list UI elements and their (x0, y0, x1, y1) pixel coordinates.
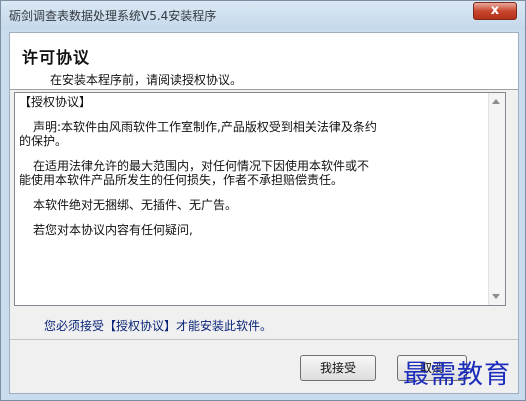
page-subtitle: 在安装本程序前，请阅读授权协议。 (50, 73, 243, 87)
license-text-area[interactable]: 【授权协议】 声明:本软件由风雨软件工作室制作,产品版权受到相关法律及条约 的保… (14, 92, 506, 306)
license-content: 【授权协议】 声明:本软件由风雨软件工作室制作,产品版权受到相关法律及条约 的保… (19, 95, 487, 237)
watermark-logo: 最需教育 (403, 360, 512, 390)
scroll-down-icon[interactable] (492, 294, 500, 299)
accept-button[interactable]: 我接受 (300, 355, 376, 381)
dialog-body: 许可协议 在安装本程序前，请阅读授权协议。 【授权协议】 声明:本软件由风雨软件… (9, 32, 519, 394)
scroll-up-icon[interactable] (492, 99, 500, 104)
divider (10, 339, 518, 340)
title-bar[interactable]: 砺剑调查表数据处理系统V5.4安装程序 x (1, 1, 525, 29)
close-button[interactable]: x (473, 2, 517, 20)
license-heading: 【授权协议】 (19, 95, 92, 109)
window-title: 砺剑调查表数据处理系统V5.4安装程序 (9, 9, 217, 23)
license-para1-line2: 的保护。 (19, 134, 68, 148)
page-header: 许可协议 在安装本程序前，请阅读授权协议。 (10, 33, 518, 90)
page-title: 许可协议 (22, 48, 91, 67)
license-para1-line1: 声明:本软件由风雨软件工作室制作,产品版权受到相关法律及条约 (33, 120, 377, 134)
license-scrollbar[interactable] (488, 93, 505, 305)
license-para3: 本软件绝对无捆绑、无插件、无广告。 (33, 198, 238, 212)
license-para2-line2: 能使用本软件产品所发生的任何损失，作者不承担赔偿责任。 (19, 173, 344, 187)
installer-window: 砺剑调查表数据处理系统V5.4安装程序 x 许可协议 在安装本程序前，请阅读授权… (0, 0, 526, 401)
close-icon: x (490, 3, 500, 18)
license-para2-line1: 在适用法律允许的最大范围内，对任何情况下因使用本软件或不 (33, 159, 370, 173)
license-para4: 若您对本协议内容有任何疑问, (33, 223, 193, 237)
accept-requirement-note: 您必须接受【授权协议】才能安装此软件。 (44, 319, 273, 333)
